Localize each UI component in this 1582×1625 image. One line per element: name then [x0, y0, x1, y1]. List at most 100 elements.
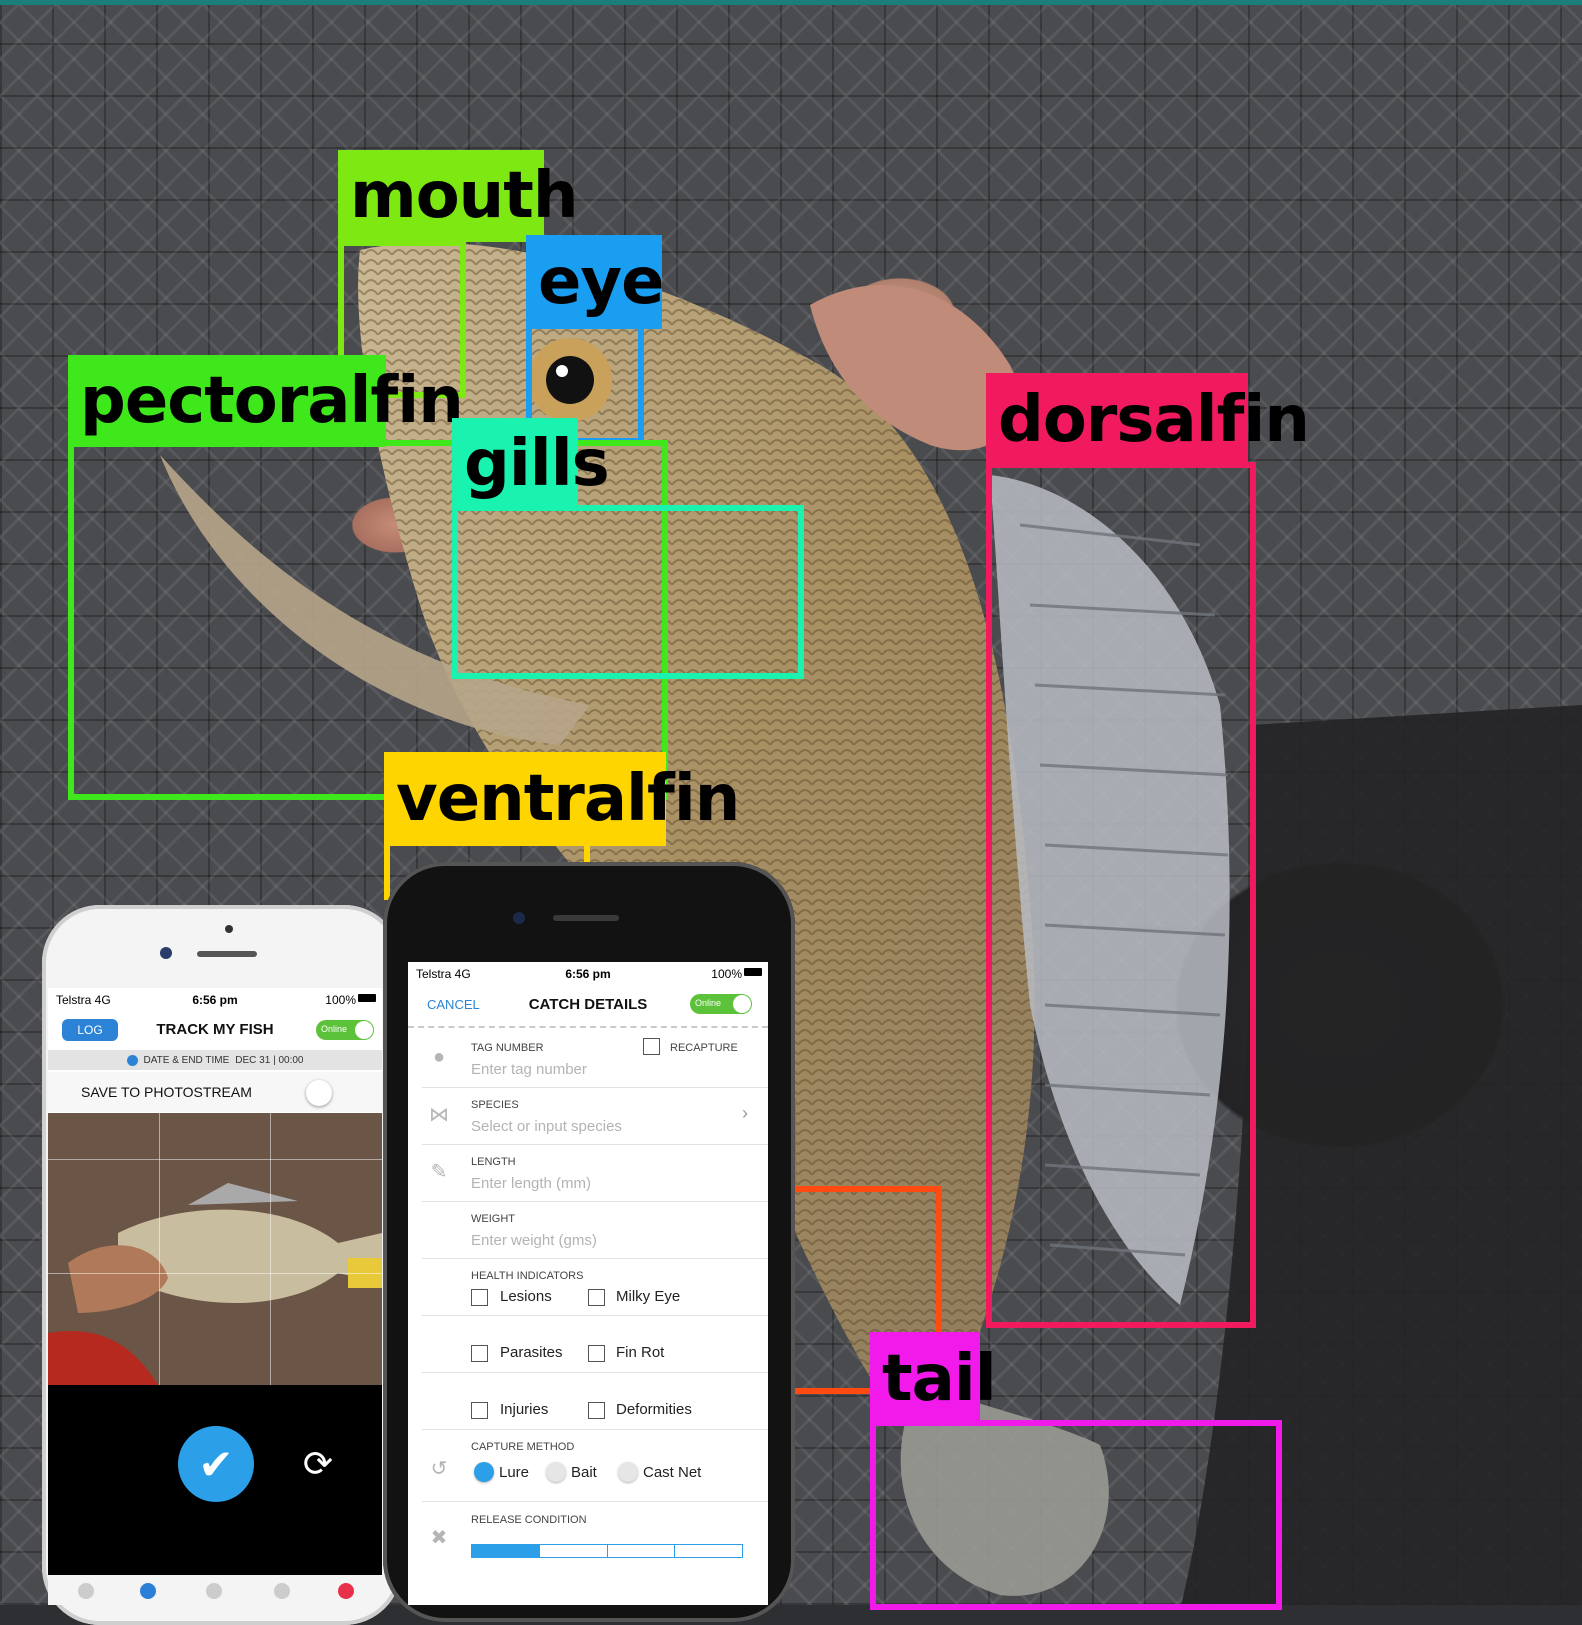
orange-connector-line: [790, 1388, 872, 1394]
tab-fish-icon[interactable]: [78, 1583, 94, 1599]
deformities-checkbox[interactable]: [588, 1402, 605, 1419]
injuries-label: Injuries: [500, 1401, 549, 1418]
release-condition-label: RELEASE CONDITION: [471, 1514, 587, 1526]
orange-connector-line: [790, 1186, 942, 1192]
milky-eye-label: Milky Eye: [616, 1288, 681, 1305]
grid-line: [270, 1113, 271, 1385]
tag-number-input[interactable]: Enter tag number: [471, 1061, 587, 1078]
ruler-icon: ✎: [430, 1160, 448, 1183]
weight-input[interactable]: Enter weight (gms): [471, 1232, 597, 1249]
status-bar: Telstra 4G 6:56 pm 100%: [48, 988, 382, 1010]
length-label: LENGTH: [471, 1156, 516, 1168]
tab-notifications-icon[interactable]: [338, 1583, 354, 1599]
refresh-icon[interactable]: ⟳: [296, 1442, 340, 1486]
tab-trophy-icon[interactable]: [274, 1583, 290, 1599]
eye-label: eye: [526, 235, 665, 329]
species-label: SPECIES: [471, 1099, 519, 1111]
milky-eye-checkbox[interactable]: [588, 1289, 605, 1306]
tail-bbox: [870, 1420, 1282, 1610]
tab-bar: [48, 1575, 382, 1605]
tag-number-row: ● TAG NUMBER Enter tag number RECAPTURE: [422, 1030, 768, 1088]
tail-label: tail: [870, 1332, 997, 1426]
lesions-checkbox[interactable]: [471, 1289, 488, 1306]
release-option[interactable]: [471, 1544, 539, 1558]
earpiece-speaker: [197, 951, 257, 957]
tab-location-icon[interactable]: [140, 1583, 156, 1599]
capture-method-label: CAPTURE METHOD: [471, 1441, 575, 1453]
cast-net-radio[interactable]: [618, 1462, 638, 1482]
release-option[interactable]: [606, 1544, 675, 1558]
release-condition-segmented-control[interactable]: [471, 1544, 743, 1558]
fin-rot-checkbox[interactable]: [588, 1345, 605, 1362]
catch-details-screen: Telstra 4G 6:56 pm 100% CANCEL CATCH DET…: [408, 962, 768, 1605]
date-bar[interactable]: DATE & END TIME DEC 31 | 00:00: [48, 1050, 382, 1070]
photostream-switch[interactable]: [306, 1080, 332, 1106]
chevron-right-icon: ›: [742, 1103, 748, 1123]
track-my-fish-screen: Telstra 4G 6:56 pm 100% LOG TRACK MY FIS…: [48, 988, 382, 1605]
status-bar: Telstra 4G 6:56 pm 100%: [408, 962, 768, 984]
photostream-row: SAVE TO PHOTOSTREAM: [48, 1072, 382, 1112]
clock-icon: [126, 1054, 138, 1066]
species-input[interactable]: Select or input species: [471, 1118, 622, 1135]
length-input[interactable]: Enter length (mm): [471, 1175, 591, 1192]
dorsalfin-bbox: [986, 462, 1256, 1328]
bait-label: Bait: [571, 1464, 597, 1481]
online-toggle[interactable]: Online: [316, 1020, 374, 1040]
recapture-label: RECAPTURE: [670, 1042, 738, 1054]
ventralfin-label: ventralfin: [384, 752, 740, 846]
injuries-checkbox[interactable]: [471, 1402, 488, 1419]
bait-radio[interactable]: [546, 1462, 566, 1482]
earpiece-speaker: [553, 915, 619, 921]
health-row-2: Parasites Fin Rot: [422, 1315, 768, 1373]
parasites-checkbox[interactable]: [471, 1345, 488, 1362]
weight-row: WEIGHT Enter weight (gms): [422, 1201, 768, 1259]
parasites-label: Parasites: [500, 1344, 563, 1361]
orange-connector-line: [936, 1186, 942, 1336]
online-label: Online: [695, 998, 722, 1008]
battery-icon: [744, 968, 762, 976]
person-icon: ●: [432, 1045, 446, 1068]
health-row-3: Injuries Deformities: [422, 1372, 768, 1430]
camera-viewfinder[interactable]: [48, 1113, 382, 1385]
grid-line: [159, 1113, 160, 1385]
release-option[interactable]: [674, 1544, 743, 1558]
species-row[interactable]: ⋈ SPECIES Select or input species ›: [422, 1087, 768, 1145]
front-camera: [513, 912, 525, 924]
battery-text: 100%: [711, 967, 742, 981]
health-label: HEALTH INDICATORS: [471, 1270, 584, 1282]
capture-method-row: ↺ CAPTURE METHOD Lure Bait Cast Net: [422, 1429, 768, 1502]
recapture-checkbox[interactable]: [643, 1038, 660, 1055]
deformities-label: Deformities: [616, 1401, 692, 1418]
grid-line: [48, 1273, 382, 1274]
release-option[interactable]: [538, 1544, 607, 1558]
front-camera: [160, 947, 172, 959]
hook-icon: ↺: [430, 1457, 448, 1480]
fish-icon: ⋈: [429, 1103, 449, 1126]
fin-rot-label: Fin Rot: [616, 1344, 665, 1361]
gills-bbox: [452, 505, 804, 679]
pectoralfin-label: pectoralfin: [68, 355, 464, 447]
mouth-label: mouth: [338, 150, 578, 242]
date-value: DEC 31 | 00:00: [235, 1054, 304, 1066]
weight-label: WEIGHT: [471, 1213, 515, 1225]
length-row: ✎ LENGTH Enter length (mm): [422, 1144, 768, 1202]
toggle-knob: [733, 995, 751, 1013]
dorsalfin-label: dorsalfin: [986, 373, 1310, 467]
tab-profile-icon[interactable]: [206, 1583, 222, 1599]
tag-number-label: TAG NUMBER: [471, 1042, 544, 1054]
online-label: Online: [321, 1024, 348, 1034]
lure-radio[interactable]: [474, 1462, 494, 1482]
lesions-label: Lesions: [500, 1288, 552, 1305]
lure-label: Lure: [499, 1464, 530, 1481]
battery-text: 100%: [325, 993, 356, 1007]
captured-fish-photo: [48, 1113, 382, 1385]
grid-line: [48, 1159, 382, 1160]
health-row-1: HEALTH INDICATORS Lesions Milky Eye: [422, 1258, 768, 1316]
cast-net-label: Cast Net: [643, 1464, 702, 1481]
toggle-knob: [355, 1021, 373, 1039]
bandage-icon: ✖: [430, 1526, 448, 1549]
online-toggle[interactable]: Online: [690, 994, 752, 1014]
checkmark-icon[interactable]: ✔: [178, 1426, 254, 1502]
date-label: DATE & END TIME: [143, 1054, 230, 1066]
battery-icon: [358, 994, 376, 1002]
